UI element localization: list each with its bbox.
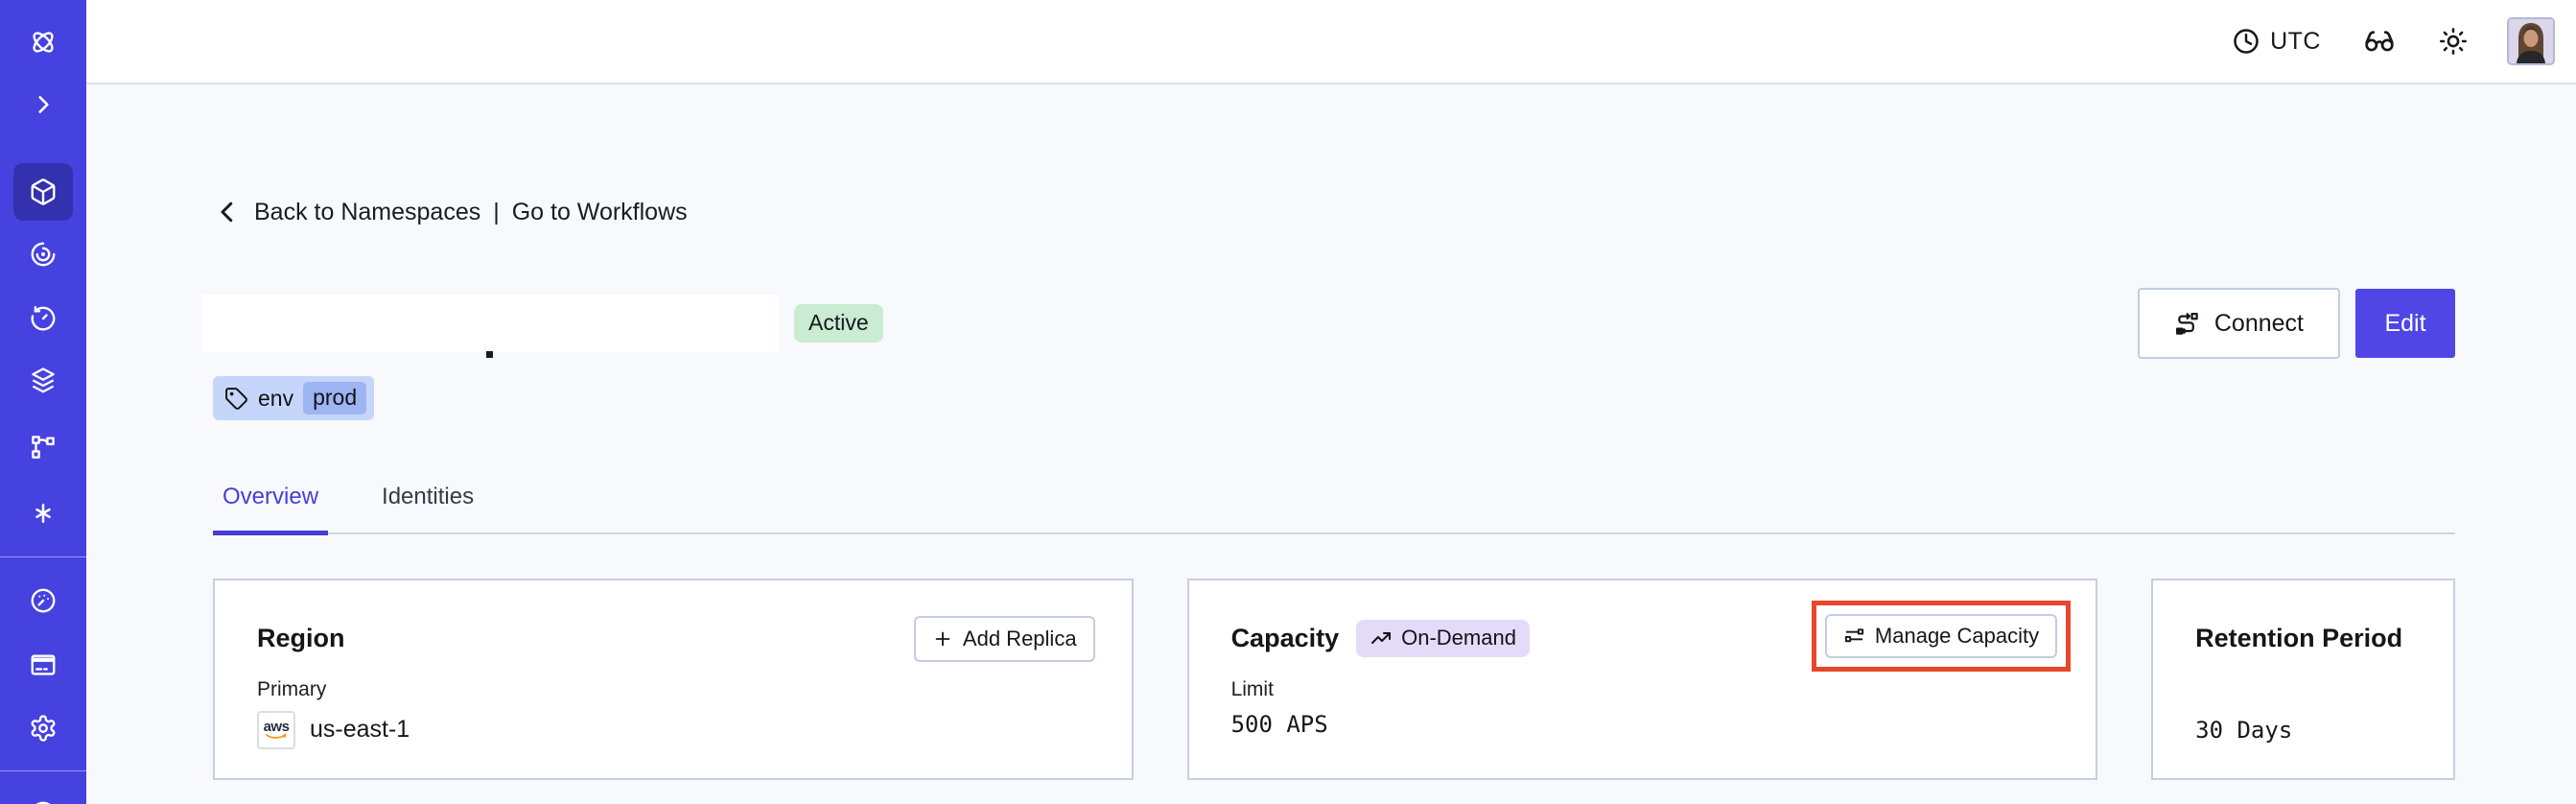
add-replica-label: Add Replica [962,626,1077,650]
ondemand-label: On-Demand [1401,626,1516,650]
connect-button-label: Connect [2213,309,2304,337]
retention-card: Retention Period 30 Days [2151,578,2455,780]
edit-button[interactable]: Edit [2355,289,2455,358]
tab-bar: Overview Identities [213,484,2455,535]
sidebar-divider [0,770,86,771]
account-icon [35,801,51,804]
annotation-highlight-box: Manage Capacity [1811,600,2072,672]
ondemand-badge: On-Demand [1356,620,1530,657]
region-value: us-east-1 [310,716,410,743]
sidebar-item-settings[interactable] [13,699,73,757]
plus-icon [932,628,953,650]
aws-logo-icon: aws [257,710,295,749]
sidebar-item-namespaces[interactable] [13,163,73,221]
sidebar-item-nexus[interactable] [13,485,73,542]
manage-capacity-label: Manage Capacity [1874,623,2040,648]
capacity-value: 500 APS [1230,710,1328,738]
workflows-icon [31,242,56,267]
tag-key: env [258,385,294,411]
sidebar-divider [0,556,86,557]
tag-row: env prod [213,376,2455,420]
capacity-card-title: Capacity [1230,624,1340,652]
sidebar-item-billing[interactable] [13,636,73,694]
manage-capacity-button[interactable]: Manage Capacity [1824,613,2058,658]
capacity-card: Capacity On-Demand Manage Capacity Limit… [1186,578,2098,780]
tab-overview[interactable]: Overview [213,484,329,535]
avatar[interactable] [2507,17,2555,65]
overview-cards: Region Add Replica Primary aws us-east-1… [213,578,2455,780]
billing-icon [31,654,56,675]
sidebar-item-account[interactable] [13,785,73,804]
tag-value: prod [303,382,367,414]
temporal-logo-icon[interactable] [13,13,73,71]
chevron-left-icon[interactable] [213,198,242,226]
breadcrumb-separator: | [493,198,500,225]
namespace-title-row: Active Connect Edit [201,288,2455,359]
deployments-icon [32,436,55,459]
redaction-artifact [486,351,493,358]
clock-icon [2232,27,2260,56]
glasses-icon[interactable] [2363,25,2396,58]
nexus-icon [35,504,51,523]
timezone-label: UTC [2270,27,2321,55]
trending-up-icon [1370,627,1393,650]
top-bar: UTC [86,0,2576,84]
sidebar-item-stacks[interactable] [13,352,73,410]
namespace-tag-chip[interactable]: env prod [213,376,375,420]
usage-icon [31,588,56,613]
settings-icon [31,715,56,742]
connect-button[interactable]: Connect [2137,288,2340,359]
namespaces-icon [31,178,56,205]
retention-value: 30 Days [2195,716,2293,744]
region-card-title: Region [257,624,345,652]
sidebar-item-schedules[interactable] [13,290,73,347]
schedules-icon [31,305,56,331]
namespace-name-redacted [201,295,779,358]
sidebar-nav [0,0,86,804]
sidebar-item-workflows[interactable] [13,225,73,283]
connect-route-icon [2174,311,2200,337]
primary-label: Primary [257,677,327,700]
sidebar-item-usage[interactable] [13,572,73,629]
breadcrumb-back-link[interactable]: Back to Namespaces [254,199,480,226]
main-content: Back to Namespaces | Go to Workflows Act… [86,86,2576,804]
tag-icon [224,387,248,411]
sliders-icon [1843,625,1865,647]
limit-label: Limit [1230,677,1274,700]
retention-card-title: Retention Period [2195,624,2403,652]
sidebar-item-deployments[interactable] [13,418,73,476]
breadcrumb-workflows-link[interactable]: Go to Workflows [512,199,688,226]
status-badge: Active [794,304,883,343]
stacks-icon [32,367,55,393]
timezone-selector[interactable]: UTC [2232,27,2321,56]
region-card: Region Add Replica Primary aws us-east-1 [213,578,1134,780]
add-replica-button[interactable]: Add Replica [913,615,1095,662]
breadcrumb: Back to Namespaces | Go to Workflows [213,198,2455,226]
sun-icon[interactable] [2438,26,2469,57]
expand-chevron-icon[interactable] [13,76,73,133]
tab-identities[interactable]: Identities [372,484,483,535]
